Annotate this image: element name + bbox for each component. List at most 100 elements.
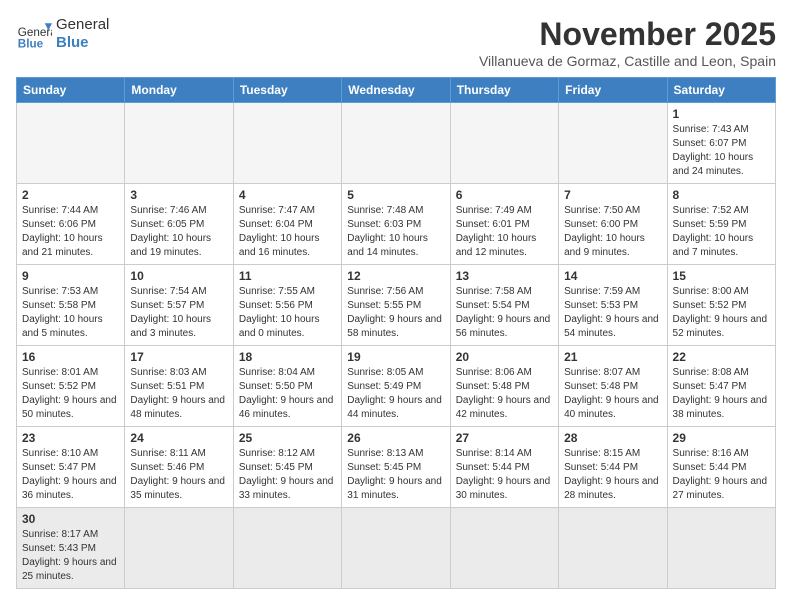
day-cell: 6 Sunrise: 7:49 AM Sunset: 6:01 PM Daylig…: [450, 184, 558, 265]
day-cell: 2 Sunrise: 7:44 AM Sunset: 6:06 PM Daylig…: [17, 184, 125, 265]
day-number: 14: [564, 269, 661, 283]
weekday-header-row: SundayMondayTuesdayWednesdayThursdayFrid…: [17, 78, 776, 103]
day-info: Sunrise: 8:06 AM Sunset: 5:48 PM Dayligh…: [456, 366, 553, 422]
day-info: Sunrise: 8:14 AM Sunset: 5:44 PM Dayligh…: [456, 447, 553, 503]
day-info: Sunrise: 7:48 AM Sunset: 6:03 PM Dayligh…: [347, 204, 444, 260]
day-number: 10: [130, 269, 227, 283]
day-cell: 5 Sunrise: 7:48 AM Sunset: 6:03 PM Daylig…: [342, 184, 450, 265]
day-cell: 15 Sunrise: 8:00 AM Sunset: 5:52 PM Dayli…: [667, 265, 775, 346]
day-info: Sunrise: 7:47 AM Sunset: 6:04 PM Dayligh…: [239, 204, 336, 260]
day-number: 18: [239, 350, 336, 364]
day-number: 8: [673, 188, 770, 202]
subtitle: Villanueva de Gormaz, Castille and Leon,…: [479, 53, 776, 69]
day-number: 4: [239, 188, 336, 202]
day-number: 2: [22, 188, 119, 202]
weekday-header-thursday: Thursday: [450, 78, 558, 103]
weekday-header-saturday: Saturday: [667, 78, 775, 103]
day-cell: 17Sunrise: 8:03 AM Sunset: 5:51 PM Dayli…: [125, 346, 233, 427]
logo-general-text: General: [56, 16, 109, 34]
weekday-header-friday: Friday: [559, 78, 667, 103]
day-info: Sunrise: 8:00 AM Sunset: 5:52 PM Dayligh…: [673, 285, 770, 341]
day-cell: 14 Sunrise: 7:59 AM Sunset: 5:53 PM Dayli…: [559, 265, 667, 346]
day-number: 29: [673, 431, 770, 445]
day-cell: 27Sunrise: 8:14 AM Sunset: 5:44 PM Dayli…: [450, 427, 558, 508]
day-info: Sunrise: 8:17 AM Sunset: 5:43 PM Dayligh…: [22, 528, 119, 584]
day-cell: 11 Sunrise: 7:55 AM Sunset: 5:56 PM Dayli…: [233, 265, 341, 346]
day-number: 20: [456, 350, 553, 364]
day-number: 7: [564, 188, 661, 202]
day-cell: 28Sunrise: 8:15 AM Sunset: 5:44 PM Dayli…: [559, 427, 667, 508]
logo: General Blue General Blue: [16, 16, 109, 52]
day-number: 11: [239, 269, 336, 283]
day-number: 16: [22, 350, 119, 364]
week-row-5: 30 Sunrise: 8:17 AM Sunset: 5:43 PM Dayli…: [17, 508, 776, 589]
day-cell: [233, 508, 341, 589]
day-info: Sunrise: 7:49 AM Sunset: 6:01 PM Dayligh…: [456, 204, 553, 260]
day-cell: 4 Sunrise: 7:47 AM Sunset: 6:04 PM Daylig…: [233, 184, 341, 265]
day-number: 9: [22, 269, 119, 283]
day-number: 3: [130, 188, 227, 202]
title-block: November 2025 Villanueva de Gormaz, Cast…: [479, 16, 776, 69]
day-info: Sunrise: 7:53 AM Sunset: 5:58 PM Dayligh…: [22, 285, 119, 341]
logo-icon: General Blue: [16, 16, 52, 52]
day-cell: 24Sunrise: 8:11 AM Sunset: 5:46 PM Dayli…: [125, 427, 233, 508]
day-cell: [667, 508, 775, 589]
weekday-header-wednesday: Wednesday: [342, 78, 450, 103]
calendar-table: SundayMondayTuesdayWednesdayThursdayFrid…: [16, 77, 776, 589]
day-info: Sunrise: 7:59 AM Sunset: 5:53 PM Dayligh…: [564, 285, 661, 341]
day-info: Sunrise: 7:54 AM Sunset: 5:57 PM Dayligh…: [130, 285, 227, 341]
day-info: Sunrise: 7:44 AM Sunset: 6:06 PM Dayligh…: [22, 204, 119, 260]
day-info: Sunrise: 7:50 AM Sunset: 6:00 PM Dayligh…: [564, 204, 661, 260]
day-number: 5: [347, 188, 444, 202]
day-cell: 22Sunrise: 8:08 AM Sunset: 5:47 PM Dayli…: [667, 346, 775, 427]
week-row-3: 16Sunrise: 8:01 AM Sunset: 5:52 PM Dayli…: [17, 346, 776, 427]
day-cell: [559, 103, 667, 184]
day-number: 23: [22, 431, 119, 445]
day-cell: 12Sunrise: 7:56 AM Sunset: 5:55 PM Dayli…: [342, 265, 450, 346]
week-row-2: 9 Sunrise: 7:53 AM Sunset: 5:58 PM Daylig…: [17, 265, 776, 346]
day-info: Sunrise: 8:15 AM Sunset: 5:44 PM Dayligh…: [564, 447, 661, 503]
day-number: 15: [673, 269, 770, 283]
day-cell: 1Sunrise: 7:43 AM Sunset: 6:07 PM Daylig…: [667, 103, 775, 184]
day-cell: 3 Sunrise: 7:46 AM Sunset: 6:05 PM Daylig…: [125, 184, 233, 265]
day-cell: 10 Sunrise: 7:54 AM Sunset: 5:57 PM Dayli…: [125, 265, 233, 346]
day-cell: 29 Sunrise: 8:16 AM Sunset: 5:44 PM Dayli…: [667, 427, 775, 508]
day-info: Sunrise: 8:12 AM Sunset: 5:45 PM Dayligh…: [239, 447, 336, 503]
day-info: Sunrise: 7:46 AM Sunset: 6:05 PM Dayligh…: [130, 204, 227, 260]
day-number: 30: [22, 512, 119, 526]
weekday-header-tuesday: Tuesday: [233, 78, 341, 103]
day-cell: [17, 103, 125, 184]
day-cell: 26 Sunrise: 8:13 AM Sunset: 5:45 PM Dayli…: [342, 427, 450, 508]
day-info: Sunrise: 8:04 AM Sunset: 5:50 PM Dayligh…: [239, 366, 336, 422]
day-cell: [450, 103, 558, 184]
day-number: 6: [456, 188, 553, 202]
day-info: Sunrise: 7:58 AM Sunset: 5:54 PM Dayligh…: [456, 285, 553, 341]
month-title: November 2025: [479, 16, 776, 53]
day-info: Sunrise: 7:52 AM Sunset: 5:59 PM Dayligh…: [673, 204, 770, 260]
day-cell: [450, 508, 558, 589]
day-info: Sunrise: 7:55 AM Sunset: 5:56 PM Dayligh…: [239, 285, 336, 341]
svg-text:Blue: Blue: [18, 38, 44, 51]
day-info: Sunrise: 8:08 AM Sunset: 5:47 PM Dayligh…: [673, 366, 770, 422]
day-cell: [559, 508, 667, 589]
day-info: Sunrise: 8:13 AM Sunset: 5:45 PM Dayligh…: [347, 447, 444, 503]
day-info: Sunrise: 8:03 AM Sunset: 5:51 PM Dayligh…: [130, 366, 227, 422]
day-info: Sunrise: 7:56 AM Sunset: 5:55 PM Dayligh…: [347, 285, 444, 341]
weekday-header-monday: Monday: [125, 78, 233, 103]
day-cell: 30 Sunrise: 8:17 AM Sunset: 5:43 PM Dayli…: [17, 508, 125, 589]
day-info: Sunrise: 8:05 AM Sunset: 5:49 PM Dayligh…: [347, 366, 444, 422]
week-row-0: 1Sunrise: 7:43 AM Sunset: 6:07 PM Daylig…: [17, 103, 776, 184]
day-cell: 20 Sunrise: 8:06 AM Sunset: 5:48 PM Dayli…: [450, 346, 558, 427]
day-cell: [125, 508, 233, 589]
day-number: 26: [347, 431, 444, 445]
week-row-4: 23 Sunrise: 8:10 AM Sunset: 5:47 PM Dayli…: [17, 427, 776, 508]
day-number: 24: [130, 431, 227, 445]
day-info: Sunrise: 8:10 AM Sunset: 5:47 PM Dayligh…: [22, 447, 119, 503]
day-info: Sunrise: 8:16 AM Sunset: 5:44 PM Dayligh…: [673, 447, 770, 503]
day-info: Sunrise: 8:07 AM Sunset: 5:48 PM Dayligh…: [564, 366, 661, 422]
day-cell: 9 Sunrise: 7:53 AM Sunset: 5:58 PM Daylig…: [17, 265, 125, 346]
day-number: 21: [564, 350, 661, 364]
day-cell: 21 Sunrise: 8:07 AM Sunset: 5:48 PM Dayli…: [559, 346, 667, 427]
day-cell: 13Sunrise: 7:58 AM Sunset: 5:54 PM Dayli…: [450, 265, 558, 346]
day-info: Sunrise: 7:43 AM Sunset: 6:07 PM Dayligh…: [673, 123, 770, 179]
